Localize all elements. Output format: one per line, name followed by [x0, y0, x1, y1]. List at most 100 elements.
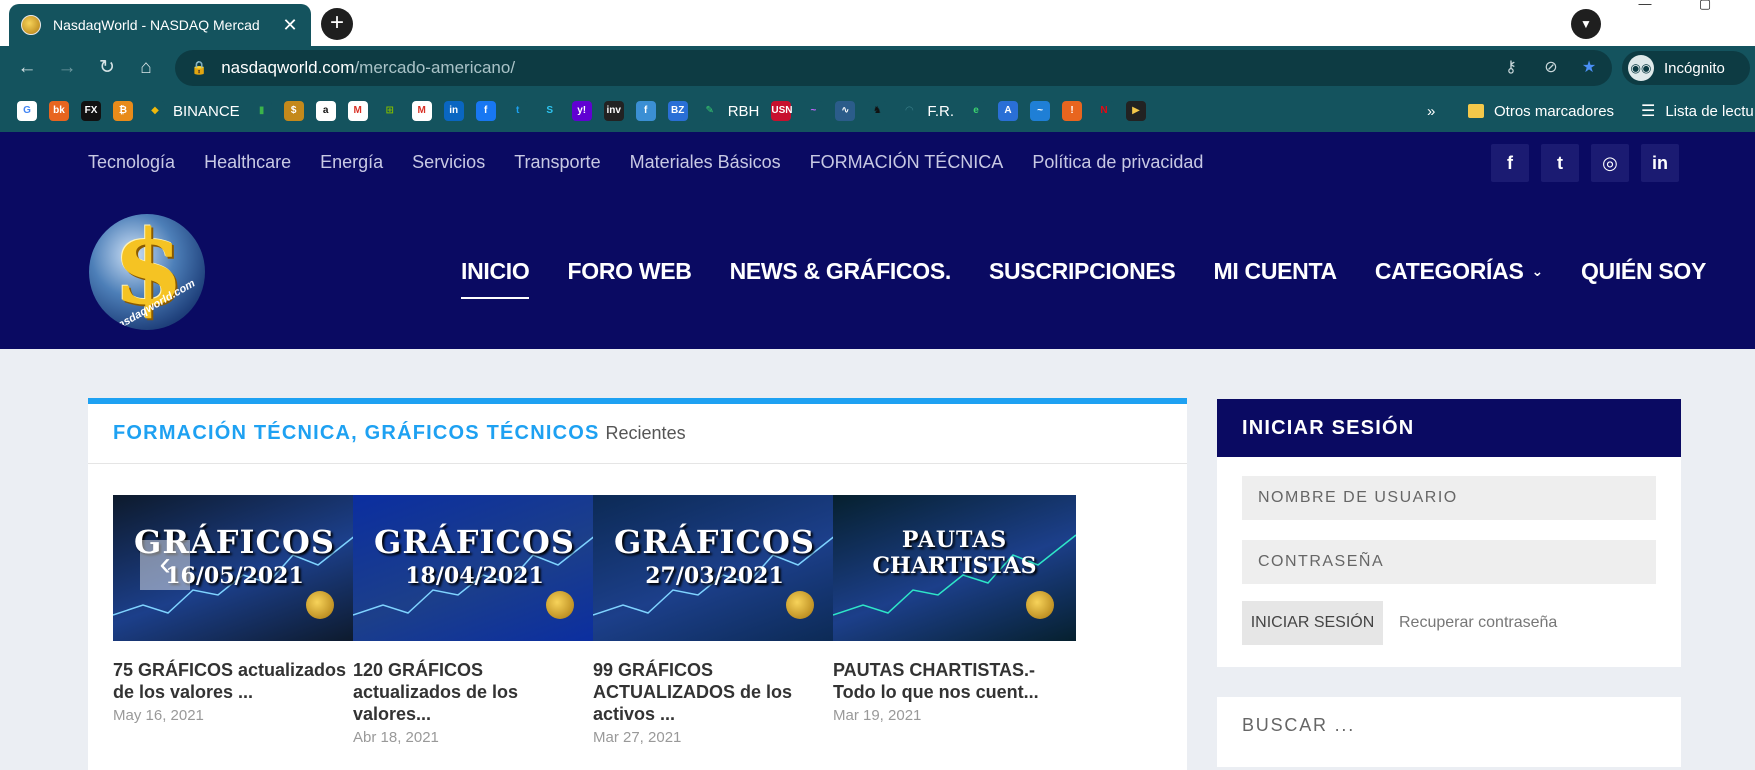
main-nav-item[interactable]: CATEGORÍAS ⌄	[1375, 258, 1543, 299]
bookmarks-overflow[interactable]: »	[1427, 90, 1435, 132]
reading-list[interactable]: ☰ Lista de lectu	[1641, 90, 1755, 132]
maximize-icon[interactable]: ▢	[1690, 0, 1720, 14]
bookmark-item[interactable]: ~	[1030, 101, 1051, 121]
slider-prev-button[interactable]: ‹	[140, 540, 190, 590]
bookmark-item[interactable]: FX	[81, 101, 101, 121]
bookmark-item[interactable]: in	[443, 101, 464, 121]
bookmark-item[interactable]: ▮	[251, 101, 272, 121]
bookmark-item[interactable]: USN	[771, 101, 792, 121]
search-input[interactable]: BUSCAR ...	[1242, 715, 1355, 736]
bookmark-favicon-icon: y!	[571, 101, 592, 121]
tab-close-icon[interactable]: ✕	[281, 15, 299, 36]
bookmark-item[interactable]: A	[998, 101, 1019, 121]
bookmark-item[interactable]: ◠ F.R.	[899, 101, 954, 121]
back-icon[interactable]: ←	[15, 56, 39, 80]
other-bookmarks[interactable]: Otros marcadores	[1468, 90, 1614, 132]
bookmark-item[interactable]: ▶	[1126, 101, 1147, 121]
bookmark-item[interactable]: N	[1094, 101, 1115, 121]
browser-tab-active[interactable]: NasdaqWorld - NASDAQ Mercad ✕	[9, 4, 311, 46]
tab-search-icon[interactable]: ▼	[1571, 9, 1601, 39]
twitter-icon[interactable]: t	[1541, 144, 1579, 182]
main-nav-item[interactable]: SUSCRIPCIONES	[989, 258, 1176, 299]
address-bar[interactable]: 🔒 nasdaqworld.com/mercado-americano/ ⚷ ⊘…	[175, 50, 1612, 86]
secondary-nav-item[interactable]: Materiales Básicos	[630, 152, 781, 173]
bookmark-item[interactable]: ⊞	[379, 101, 400, 121]
search-widget: BUSCAR ...	[1217, 697, 1681, 767]
username-field[interactable]: NOMBRE DE USUARIO	[1242, 476, 1656, 520]
forward-icon[interactable]: →	[55, 56, 79, 80]
bookmark-favicon-icon: e	[966, 101, 987, 121]
post-card[interactable]: GRÁFICOS 16/05/2021 75 GRÁFICOS actualizad…	[113, 495, 356, 724]
bookmark-item[interactable]: ₿	[113, 101, 133, 121]
bookmark-item[interactable]: G	[17, 101, 37, 121]
url-host: nasdaqworld.com	[221, 58, 355, 77]
secondary-nav-item[interactable]: Energía	[320, 152, 383, 173]
password-field[interactable]: CONTRASEÑA	[1242, 540, 1656, 584]
main-nav-item[interactable]: FORO WEB	[567, 258, 691, 299]
bookmark-item[interactable]: ◆ BINANCE	[145, 101, 240, 121]
lock-icon: 🔒	[191, 60, 208, 75]
bookmark-item[interactable]: BZ	[667, 101, 688, 121]
bookmark-item[interactable]: ~	[803, 101, 824, 121]
post-title[interactable]: PAUTAS CHARTISTAS.- Todo lo que nos cuen…	[833, 659, 1076, 703]
minimize-icon[interactable]: —	[1630, 0, 1660, 14]
bookmark-star-icon[interactable]: ★	[1578, 59, 1600, 77]
post-card[interactable]: GRÁFICOS 27/03/2021 99 GRÁFICOS ACTUALIZAD…	[593, 495, 836, 746]
recover-password-link[interactable]: Recuperar contraseña	[1399, 601, 1557, 645]
bookmark-item[interactable]: ∿	[835, 101, 856, 121]
bookmark-item[interactable]: bk	[49, 101, 69, 121]
bookmark-item[interactable]: ♞	[867, 101, 888, 121]
slider-next-button[interactable]: ›	[1085, 540, 1135, 590]
post-card[interactable]: PAUTAS CHARTISTAS PAUTAS CHARTISTAS.- Todo…	[833, 495, 1076, 724]
new-tab-button[interactable]: +	[321, 8, 353, 40]
eye-off-icon[interactable]: ⊘	[1540, 59, 1562, 77]
linkedin-icon[interactable]: in	[1641, 144, 1679, 182]
bookmark-item[interactable]: inv	[603, 101, 624, 121]
bookmark-item[interactable]: t	[507, 101, 528, 121]
bookmark-favicon-icon: N	[1094, 101, 1115, 121]
login-button[interactable]: INICIAR SESIÓN	[1242, 601, 1383, 645]
bookmark-item[interactable]: $	[283, 101, 304, 121]
bookmark-item[interactable]: f	[475, 101, 496, 121]
secondary-nav-item[interactable]: Servicios	[412, 152, 485, 173]
post-title[interactable]: 75 GRÁFICOS actualizados de los valores …	[113, 659, 356, 703]
recent-category[interactable]: FORMACIÓN TÉCNICA, GRÁFICOS TÉCNICOS	[113, 422, 600, 445]
main-nav-item[interactable]: NEWS & GRÁFICOS.	[730, 258, 952, 299]
main-nav-item[interactable]: INICIO	[461, 258, 530, 299]
facebook-icon[interactable]: f	[1491, 144, 1529, 182]
coin-logo-icon	[306, 591, 334, 619]
post-card[interactable]: GRÁFICOS 18/04/2021 120 GRÁFICOS actualiza…	[353, 495, 596, 746]
key-icon[interactable]: ⚷	[1500, 59, 1522, 77]
post-date: Mar 19, 2021	[833, 707, 922, 724]
bookmark-item[interactable]: !	[1062, 101, 1083, 121]
bookmark-item[interactable]: y!	[571, 101, 592, 121]
bookmark-item[interactable]: M	[347, 101, 368, 121]
bookmark-item[interactable]: M	[411, 101, 432, 121]
coin-logo-icon	[1026, 591, 1054, 619]
post-title[interactable]: 120 GRÁFICOS actualizados de los valores…	[353, 659, 596, 725]
reload-icon[interactable]: ↻	[95, 56, 119, 80]
incognito-badge[interactable]: ◉◉ Incógnito	[1622, 51, 1750, 85]
instagram-icon[interactable]: ◎	[1591, 144, 1629, 182]
secondary-nav-item[interactable]: Transporte	[514, 152, 600, 173]
post-thumbnail[interactable]: PAUTAS CHARTISTAS	[833, 495, 1076, 641]
main-nav-item[interactable]: QUIÉN SOY	[1581, 258, 1706, 299]
secondary-nav-item[interactable]: Política de privacidad	[1032, 152, 1203, 173]
bookmark-item[interactable]: S	[539, 101, 560, 121]
bookmark-item[interactable]: a	[315, 101, 336, 121]
site-logo[interactable]: $ nasdaqworld.com	[89, 214, 205, 330]
post-title[interactable]: 99 GRÁFICOS ACTUALIZADOS de los activos …	[593, 659, 836, 725]
post-thumbnail[interactable]: GRÁFICOS 18/04/2021	[353, 495, 596, 641]
bookmark-favicon-icon: ₿	[113, 101, 133, 121]
recent-posts-header: FORMACIÓN TÉCNICA, GRÁFICOS TÉCNICOS Rec…	[88, 404, 1187, 464]
browser-toolbar: ← → ↻ ⌂ 🔒 nasdaqworld.com/mercado-americ…	[0, 46, 1755, 90]
secondary-nav-item[interactable]: FORMACIÓN TÉCNICA	[810, 152, 1004, 173]
bookmark-item[interactable]: f	[635, 101, 656, 121]
home-icon[interactable]: ⌂	[134, 56, 158, 80]
post-thumbnail[interactable]: GRÁFICOS 27/03/2021	[593, 495, 836, 641]
bookmark-item[interactable]: e	[966, 101, 987, 121]
main-nav-item[interactable]: MI CUENTA	[1213, 258, 1337, 299]
secondary-nav-item[interactable]: Tecnología	[88, 152, 175, 173]
secondary-nav-item[interactable]: Healthcare	[204, 152, 291, 173]
bookmark-item[interactable]: ✎ RBH	[699, 101, 759, 121]
